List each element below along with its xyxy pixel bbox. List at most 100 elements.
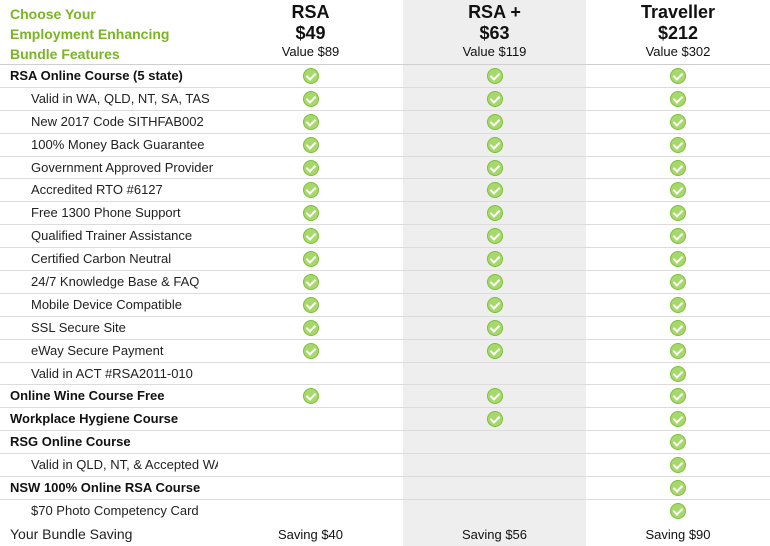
- table-row: 100% Money Back Guarantee: [0, 133, 770, 157]
- check-cell-traveller: [586, 88, 770, 110]
- table-row: Government Approved Provider: [0, 156, 770, 180]
- feature-label: Valid in WA, QLD, NT, SA, TAS: [31, 90, 210, 106]
- table-row: $70 Photo Competency Card: [0, 499, 770, 523]
- checkmark-icon: [302, 159, 319, 176]
- checkmark-icon: [486, 67, 503, 84]
- bundle-comparison-table: Choose Your Employment Enhancing Bundle …: [0, 0, 770, 546]
- checkmark-icon: [670, 479, 686, 496]
- checkmark-icon: [302, 136, 319, 153]
- check-cell-rsa-plus: [403, 225, 586, 248]
- check-cell-rsa-plus: [403, 156, 586, 179]
- feature-label: Mobile Device Compatible: [31, 296, 183, 312]
- check-cell-rsa: [218, 65, 403, 87]
- plan-header-rsa[interactable]: RSA $49 Value $89: [218, 0, 403, 64]
- plan-name: RSA: [291, 2, 330, 22]
- check-cell-rsa-plus: [403, 431, 586, 454]
- plan-header-rsa-plus[interactable]: RSA + $63 Value $119: [403, 0, 586, 64]
- check-cell-traveller: [586, 134, 770, 156]
- feature-label: Free 1300 Phone Support: [31, 205, 181, 221]
- feature-label: New 2017 Code SITHFAB002: [31, 113, 204, 129]
- checkmark-icon: [302, 342, 319, 359]
- check-cell-rsa: [218, 202, 403, 224]
- check-cell-rsa: [218, 271, 403, 293]
- feature-rows: RSA Online Course (5 state) Valid in WA, …: [0, 65, 770, 523]
- checkmark-icon: [486, 273, 503, 290]
- check-cell-traveller: [586, 408, 770, 430]
- checkmark-icon: [486, 296, 503, 313]
- check-cell-rsa-plus: [403, 316, 586, 339]
- comparison-page: Choose Your Employment Enhancing Bundle …: [0, 0, 770, 546]
- feature-label: Workplace Hygiene Course: [10, 411, 179, 427]
- check-cell-traveller: [586, 500, 770, 523]
- title-line-3: Bundle Features: [10, 46, 120, 62]
- check-cell-rsa-plus: [403, 408, 586, 431]
- checkmark-icon: [670, 251, 686, 268]
- table-row: eWay Secure Payment: [0, 339, 770, 363]
- check-cell-rsa: [218, 363, 403, 385]
- check-cell-rsa: [218, 408, 403, 430]
- table-row: Workplace Hygiene Course: [0, 408, 770, 432]
- check-cell-traveller: [586, 202, 770, 224]
- check-cell-rsa-plus: [403, 271, 586, 293]
- checkmark-icon: [302, 388, 319, 405]
- check-cell-rsa: [218, 294, 403, 316]
- check-cell-rsa-plus: [403, 477, 586, 499]
- check-cell-rsa-plus: [403, 385, 586, 408]
- plan-value: Value $119: [462, 44, 527, 59]
- feature-label: RSG Online Course: [10, 434, 131, 450]
- checkmark-icon: [302, 319, 319, 336]
- checkmark-icon: [486, 90, 503, 107]
- checkmark-icon: [486, 159, 503, 176]
- table-row: Qualified Trainer Assistance: [0, 225, 770, 249]
- checkmark-icon: [302, 113, 319, 130]
- check-cell-rsa: [218, 157, 403, 179]
- check-cell-traveller: [586, 225, 770, 247]
- plan-value: Value $302: [645, 44, 711, 59]
- check-cell-traveller: [586, 294, 770, 316]
- feature-label: Online Wine Course Free: [10, 388, 165, 404]
- feature-label: Government Approved Provider: [31, 159, 214, 175]
- check-cell-rsa: [218, 340, 403, 362]
- checkmark-icon: [670, 434, 686, 451]
- plan-name: RSA +: [468, 2, 521, 22]
- footer-row: Your Bundle Saving Saving $40 Saving $56…: [0, 522, 770, 546]
- table-row: RSG Online Course: [0, 431, 770, 455]
- check-cell-rsa-plus: [403, 339, 586, 362]
- feature-label: Certified Carbon Neutral: [31, 251, 172, 267]
- check-cell-rsa-plus: [403, 87, 586, 110]
- check-cell-traveller: [586, 157, 770, 179]
- feature-label: Qualified Trainer Assistance: [31, 228, 193, 244]
- feature-label: SSL Secure Site: [31, 319, 126, 335]
- table-row: Mobile Device Compatible: [0, 293, 770, 317]
- checkmark-icon: [486, 113, 503, 130]
- check-cell-rsa: [218, 477, 403, 499]
- checkmark-icon: [302, 296, 319, 313]
- table-row: Valid in WA, QLD, NT, SA, TAS: [0, 87, 770, 111]
- table-row: Valid in ACT #RSA2011-010: [0, 362, 770, 386]
- checkmark-icon: [486, 228, 503, 245]
- check-cell-traveller: [586, 179, 770, 201]
- plan-name: Traveller: [640, 2, 716, 22]
- plan-header-traveller[interactable]: Traveller $212 Value $302: [586, 0, 770, 64]
- table-row: Free 1300 Phone Support: [0, 202, 770, 226]
- check-cell-rsa: [218, 111, 403, 133]
- checkmark-icon: [670, 296, 686, 313]
- checkmark-icon: [670, 90, 686, 107]
- checkmark-icon: [486, 136, 503, 153]
- check-cell-rsa-plus: [403, 202, 586, 225]
- check-cell-traveller: [586, 65, 770, 87]
- check-cell-rsa: [218, 385, 403, 407]
- check-cell-rsa-plus: [403, 248, 586, 271]
- feature-label: Accredited RTO #6127: [31, 182, 163, 198]
- checkmark-icon: [670, 319, 686, 336]
- check-cell-traveller: [586, 317, 770, 339]
- check-cell-rsa-plus: [403, 133, 586, 156]
- saving-traveller: Saving $90: [645, 526, 711, 542]
- checkmark-icon: [302, 90, 319, 107]
- checkmark-icon: [670, 228, 686, 245]
- plan-price: $63: [479, 23, 510, 43]
- feature-label: $70 Photo Competency Card: [31, 502, 199, 518]
- plan-price: $212: [657, 23, 699, 43]
- checkmark-icon: [670, 159, 686, 176]
- checkmark-icon: [670, 205, 686, 222]
